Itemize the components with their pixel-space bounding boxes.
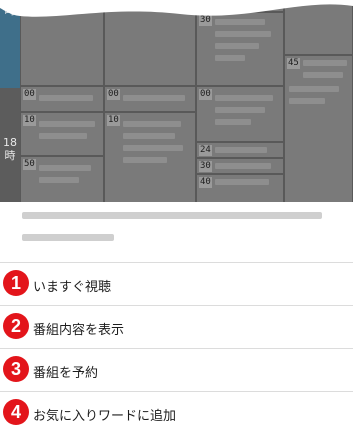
program-cell[interactable]: 40 (196, 174, 284, 205)
menu-item-show-program-details[interactable]: 2 番組内容を表示 (0, 306, 353, 349)
program-title-blurred (215, 95, 273, 101)
program-title-blurred (39, 95, 93, 101)
program-start-minute: 10 (107, 115, 120, 126)
program-title-blurred (39, 177, 79, 183)
menu-item-label: お気に入りワードに追加 (33, 409, 177, 424)
program-title-blurred (303, 60, 347, 66)
program-start-minute: 00 (23, 89, 36, 100)
hour-label-18: 18 時 (3, 136, 17, 162)
program-cell[interactable]: 10 (104, 112, 196, 205)
program-title-blurred (215, 107, 265, 113)
program-title-blurred (303, 72, 343, 78)
program-start-minute: 00 (107, 89, 120, 100)
step-number-badge: 4 (3, 399, 29, 425)
program-title-blurred (289, 98, 325, 104)
program-title-blurred (215, 119, 251, 125)
program-title-blurred (289, 86, 339, 92)
program-title-blurred (215, 43, 259, 49)
program-start-minute: 45 (287, 58, 300, 69)
program-start-minute: 24 (199, 145, 212, 156)
program-cell[interactable]: 00 (20, 86, 104, 112)
program-start-minute: 00 (199, 89, 212, 100)
program-title-blurred (123, 121, 181, 127)
program-start-minute: 30 (199, 161, 212, 172)
program-cell[interactable]: 45 (284, 55, 353, 205)
program-title-blurred (215, 179, 269, 185)
program-title-blurred (39, 165, 91, 171)
program-title-blurred (123, 157, 167, 163)
program-title-blurred (215, 31, 271, 37)
program-info-header (0, 202, 353, 263)
step-number-badge: 3 (3, 356, 29, 382)
menu-item-label: いますぐ視聴 (33, 280, 112, 295)
program-title-blurred (39, 121, 95, 127)
program-start-minute: 40 (199, 177, 212, 188)
program-cell[interactable]: 10 (20, 112, 104, 156)
menu-item-watch-now[interactable]: 1 いますぐ視聴 (0, 263, 353, 306)
program-title-blurred (123, 145, 183, 151)
time-column: 時 18 時 (0, 0, 21, 205)
program-cell[interactable]: 00 (196, 86, 284, 142)
program-cell[interactable]: 24 (196, 142, 284, 158)
program-info-blurred (22, 234, 114, 241)
program-title-blurred (123, 133, 175, 139)
program-title-blurred (215, 163, 271, 169)
program-cell[interactable]: 00 (104, 86, 196, 112)
program-start-minute: 50 (23, 159, 36, 170)
program-cell[interactable]: 50 (20, 156, 104, 205)
program-cell[interactable]: 30 (196, 158, 284, 174)
step-number-badge: 1 (3, 270, 29, 296)
program-start-minute: 10 (23, 115, 36, 126)
program-title-blurred (123, 95, 185, 101)
program-title-blurred (39, 133, 87, 139)
torn-edge-decoration (0, 0, 353, 17)
step-number-badge: 2 (3, 313, 29, 339)
menu-item-add-favorite-word[interactable]: 4 お気に入りワードに追加 (0, 392, 353, 435)
program-action-sheet: 1 いますぐ視聴 2 番組内容を表示 3 番組を予約 4 お気に入りワードに追加 (0, 202, 353, 437)
menu-item-label: 番組を予約 (33, 366, 99, 381)
menu-item-label: 番組内容を表示 (33, 323, 125, 338)
program-title-blurred (215, 55, 245, 61)
tv-guide-grid: 時 18 時 00 10 50 00 10 30 00 (0, 0, 353, 205)
program-title-blurred (215, 147, 267, 153)
program-info-blurred (22, 212, 322, 219)
menu-item-reserve-program[interactable]: 3 番組を予約 (0, 349, 353, 392)
program-cell[interactable]: 30 (196, 12, 284, 86)
